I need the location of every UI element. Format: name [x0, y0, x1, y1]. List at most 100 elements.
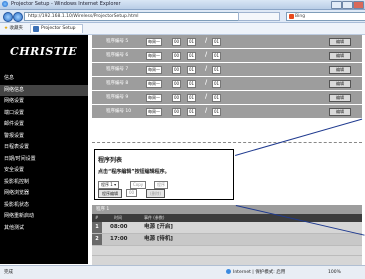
sidebar-item[interactable]: 邮件设置: [0, 119, 88, 131]
separator: /: [205, 93, 208, 100]
mode-select[interactable]: 每周一: [146, 108, 162, 116]
close-button[interactable]: [353, 1, 364, 9]
sidebar: CHRISTIE 信息 网络信息 网络设置 端口设置 邮件设置 警报设置 日程表设置 日期/时…: [0, 35, 88, 264]
back-button[interactable]: [3, 12, 13, 22]
window-titlebar: Projector Setup - Windows Internet Explo…: [0, 0, 365, 10]
program-select[interactable]: 程序 1 ▾: [98, 181, 120, 189]
program-label: 程序编号 8: [106, 81, 129, 86]
row-event: 电源 [开启]: [144, 224, 173, 230]
second-select[interactable]: 01: [212, 52, 222, 60]
sidebar-item[interactable]: 日期/时间设置: [0, 154, 88, 166]
hour-select[interactable]: 00: [172, 66, 182, 74]
hour-select[interactable]: 00: [172, 94, 182, 102]
program-select-value: 程序 1: [101, 182, 113, 187]
address-input[interactable]: http://192.168.1.10/Wireless/ProjectorSe…: [24, 12, 239, 21]
separator: /: [205, 51, 208, 58]
edit-button[interactable]: 编辑: [329, 80, 351, 88]
sidebar-item[interactable]: 信息: [0, 73, 88, 85]
col-time: 时间: [114, 215, 122, 220]
sidebar-item[interactable]: 日程表设置: [0, 142, 88, 154]
second-select[interactable]: 01: [212, 80, 222, 88]
hour-select[interactable]: 00: [172, 80, 182, 88]
mode-select[interactable]: 每周一: [146, 52, 162, 60]
sidebar-item[interactable]: 安全设置: [0, 165, 88, 177]
minimize-button[interactable]: [331, 1, 342, 9]
edit-button[interactable]: 编辑: [329, 38, 351, 46]
favorites-button[interactable]: ★ 收藏夹: [4, 25, 23, 31]
forward-button[interactable]: [13, 12, 23, 22]
globe-icon: [226, 269, 231, 274]
row-time: 17:00: [110, 236, 128, 242]
second-select[interactable]: 01: [212, 38, 222, 46]
row-time: 08:00: [110, 224, 128, 230]
program-label: 程序编号 7: [106, 67, 129, 72]
refresh-stop-buttons[interactable]: [238, 12, 280, 21]
schedule-table-columns: # 时间 事件 (参数): [92, 214, 362, 222]
mode-select[interactable]: 每周一: [146, 38, 162, 46]
minute-select[interactable]: 01: [187, 66, 197, 74]
program-row: 程序编号 7 每周一 00 01 / 01 编辑: [92, 63, 362, 76]
program-list-hint: 点击“程序编辑”按钮编辑程序。: [98, 169, 170, 175]
program-rows: 程序编号 5 每周一 00 01/01 编辑 程序编号 6 每周一 00 01/01 编辑 程序编号…: [92, 35, 362, 139]
hour-select[interactable]: 00: [172, 108, 182, 116]
row-number: 1: [92, 222, 102, 233]
window-title: Projector Setup - Windows Internet Explo…: [11, 1, 121, 7]
minute-select[interactable]: 01: [187, 38, 197, 46]
minute-select[interactable]: 01: [187, 94, 197, 102]
second-select[interactable]: 01: [212, 108, 222, 116]
mode-select[interactable]: 每周一: [146, 66, 162, 74]
zoom-control[interactable]: 100%: [328, 266, 341, 279]
copy-to-field[interactable]: 程序: [154, 181, 168, 189]
program-label: 程序编号 6: [106, 53, 129, 58]
sidebar-item[interactable]: 其他测试: [0, 223, 88, 235]
hour-select[interactable]: 00: [172, 38, 182, 46]
program-edit-label: 程序编辑: [102, 191, 118, 196]
col-no: #: [95, 215, 99, 220]
program-row: 程序编号 10 每周一 00 01 / 01 编辑: [92, 105, 362, 118]
program-label: 程序编号 10: [106, 109, 132, 114]
christie-logo: CHRISTIE: [10, 45, 78, 58]
delete-button[interactable]: (删除): [146, 189, 166, 198]
ie-icon: [2, 1, 8, 7]
address-toolbar: http://192.168.1.10/Wireless/ProjectorSe…: [0, 10, 365, 23]
sidebar-item[interactable]: 投影机控制: [0, 177, 88, 189]
maximize-button[interactable]: [342, 1, 353, 9]
col-event: 事件 (参数): [144, 215, 165, 220]
copy-field[interactable]: Copy: [130, 181, 147, 189]
favorites-label: 收藏夹: [9, 26, 23, 31]
bing-icon: [289, 14, 294, 19]
sidebar-item[interactable]: 警报设置: [0, 131, 88, 143]
edit-button[interactable]: 编辑: [329, 94, 351, 102]
page-icon: [33, 26, 39, 32]
sidebar-item[interactable]: 网络浏览器: [0, 188, 88, 200]
minute-select[interactable]: 01: [187, 52, 197, 60]
sidebar-item[interactable]: 端口设置: [0, 108, 88, 120]
hour-select[interactable]: 00: [172, 52, 182, 60]
program-edit-button[interactable]: 程序编辑: [98, 189, 122, 198]
separator: /: [205, 65, 208, 72]
edit-button[interactable]: 编辑: [329, 52, 351, 60]
zone-text: Internet | 保护模式: 启用: [233, 270, 286, 275]
edit-button[interactable]: 编辑: [329, 108, 351, 116]
minute-select[interactable]: 01: [187, 80, 197, 88]
sidebar-item[interactable]: 网络信息: [0, 84, 88, 96]
mode-select[interactable]: 每周一: [146, 80, 162, 88]
search-input[interactable]: Bing: [286, 12, 365, 21]
separator: /: [205, 107, 208, 114]
sidebar-item[interactable]: 投影机状态: [0, 200, 88, 212]
sidebar-item[interactable]: 网络设置: [0, 96, 88, 108]
table-row[interactable]: 2 17:00 电源 [待机]: [92, 234, 362, 246]
program-number-field[interactable]: 00: [126, 189, 138, 197]
security-zone: Internet | 保护模式: 启用: [226, 266, 285, 279]
edit-button[interactable]: 编辑: [329, 66, 351, 74]
tab-projector-setup[interactable]: Projector Setup: [30, 24, 83, 33]
mode-select[interactable]: 每周一: [146, 94, 162, 102]
minute-select[interactable]: 01: [187, 108, 197, 116]
main-content: 程序编号 5 每周一 00 01/01 编辑 程序编号 6 每周一 00 01/01 编辑 程序编号…: [88, 35, 365, 276]
program-row: 程序编号 9 每周一 00 01 / 01 编辑: [92, 91, 362, 104]
row-number: 2: [92, 234, 102, 245]
second-select[interactable]: 01: [212, 66, 222, 74]
tab-label: Projector Setup: [41, 26, 76, 31]
second-select[interactable]: 01: [212, 94, 222, 102]
sidebar-item[interactable]: 网络重新启动: [0, 211, 88, 223]
